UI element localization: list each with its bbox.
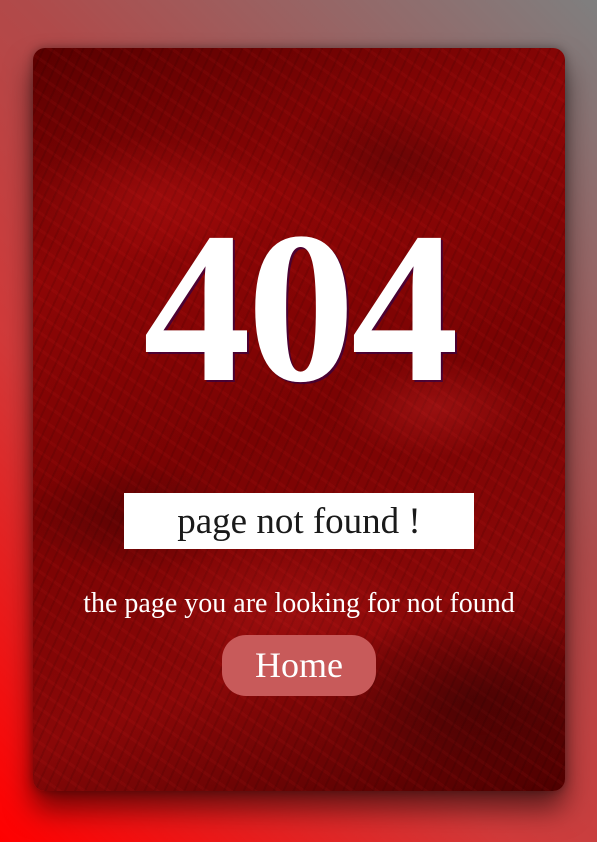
page-not-found-banner: page not found ! <box>124 493 474 549</box>
home-button[interactable]: Home <box>222 635 376 696</box>
page-not-found-text: page not found ! <box>177 500 421 542</box>
error-message: the page you are looking for not found <box>83 588 515 619</box>
error-code: 404 <box>143 188 459 427</box>
error-card: 404 page not found ! the page you are lo… <box>33 48 565 791</box>
